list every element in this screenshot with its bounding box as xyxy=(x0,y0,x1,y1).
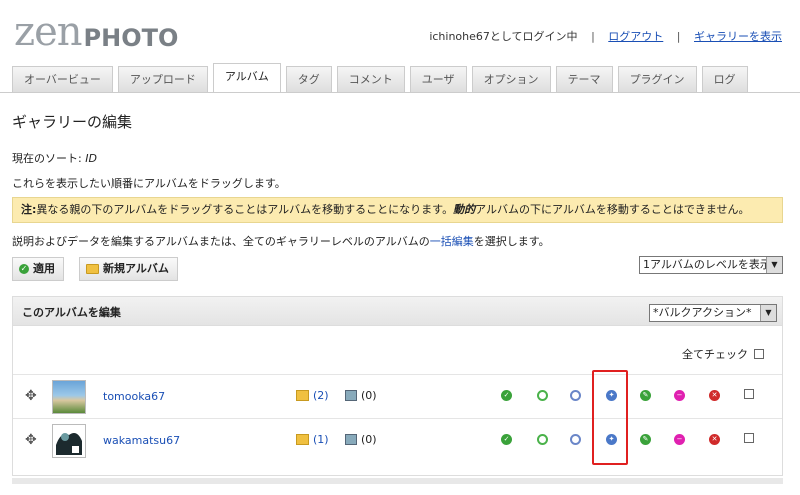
check-all-label: 全てチェック xyxy=(682,348,748,361)
description-line: 説明およびデータを編集するアルバムまたは、全てのギャラリーレベルのアルバムの一括… xyxy=(12,233,550,249)
album-edit-panel: このアルバムを編集 *バルクアクション* ▼ 全てチェック ✥ tomooka6… xyxy=(12,296,783,476)
subalbum-folder-icon xyxy=(296,390,309,401)
published-check-icon[interactable]: ✓ xyxy=(501,434,512,445)
album-row: ✥ tomooka67 (2) (0) ✓ ✦ ✎ − ✕ xyxy=(13,374,782,419)
rating-icon[interactable] xyxy=(570,390,581,401)
edit-icon[interactable]: ✎ xyxy=(640,390,651,401)
tab-comments[interactable]: コメント xyxy=(336,66,405,92)
header: zen PHOTO ichinohe67としてログイン中 | ログアウト | ギ… xyxy=(0,0,800,62)
main-content: ギャラリーの編集 現在のソート: ID これらを表示したい順番にアルバムをドラッ… xyxy=(0,93,800,495)
notice-text-2: アルバムの下にアルバムを移動することはできません。 xyxy=(475,203,750,216)
album-row: ✥ wakamatsu67 (1) (0) ✓ ✦ ✎ − ✕ xyxy=(13,418,782,463)
check-icon: ✓ xyxy=(19,264,29,274)
chevron-down-icon: ▼ xyxy=(766,257,782,273)
check-all: 全てチェック xyxy=(682,346,764,362)
published-check-icon[interactable]: ✓ xyxy=(501,390,512,401)
user-bar: ichinohe67としてログイン中 | ログアウト | ギャラリーを表示 xyxy=(429,28,782,44)
apply-label: 適用 xyxy=(33,262,55,275)
check-all-checkbox[interactable] xyxy=(754,349,764,359)
bulk-edit-link[interactable]: 一括編集 xyxy=(430,235,474,248)
login-status: ichinohe67としてログイン中 xyxy=(429,30,578,43)
logo-photo: PHOTO xyxy=(83,24,179,52)
tab-albums[interactable]: アルバム xyxy=(212,63,281,92)
tab-plugins[interactable]: プラグイン xyxy=(617,66,697,92)
separator: | xyxy=(676,30,681,43)
subalbum-count-value: (2) xyxy=(313,389,329,402)
sort-label: 現在のソート: xyxy=(12,152,86,165)
album-levels-select[interactable]: 1アルバムのレベルを表示 ▼ xyxy=(639,256,783,274)
tab-tags[interactable]: タグ xyxy=(285,66,332,92)
images-icon xyxy=(345,434,357,445)
separator: | xyxy=(591,30,595,43)
subalbum-count[interactable]: (2) xyxy=(296,389,329,402)
sort-value: ID xyxy=(85,152,97,165)
reset-hitcounter-icon[interactable]: − xyxy=(674,390,685,401)
subalbum-count-value: (1) xyxy=(313,433,329,446)
main-tabs: オーバービュー アップロード アルバム タグ コメント ユーザ オプション テー… xyxy=(12,63,753,92)
zenphoto-logo[interactable]: zen PHOTO xyxy=(14,12,178,52)
comments-enabled-icon[interactable] xyxy=(537,390,548,401)
album-checkbox[interactable] xyxy=(744,433,754,443)
tab-overview[interactable]: オーバービュー xyxy=(12,66,113,92)
notice-box: 注:異なる親の下のアルバムをドラッグすることはアルバムを移動することになります。… xyxy=(12,197,783,223)
tab-users[interactable]: ユーザ xyxy=(409,66,467,92)
logo-zen: zen xyxy=(14,9,83,55)
image-count: (0) xyxy=(345,389,377,402)
image-count-value: (0) xyxy=(361,433,377,446)
album-thumbnail[interactable] xyxy=(52,424,86,458)
image-count-value: (0) xyxy=(361,389,377,402)
apply-button[interactable]: ✓ 適用 xyxy=(12,257,64,281)
notice-dynamic: 動的 xyxy=(453,203,476,216)
comments-enabled-icon[interactable] xyxy=(537,434,548,445)
bulk-action-select[interactable]: *バルクアクション* ▼ xyxy=(649,304,777,322)
current-sort: 現在のソート: ID xyxy=(12,150,97,166)
image-count: (0) xyxy=(345,433,377,446)
tab-logs[interactable]: ログ xyxy=(701,66,748,92)
tab-upload[interactable]: アップロード xyxy=(117,66,208,92)
delete-icon[interactable]: ✕ xyxy=(709,434,720,445)
tab-options[interactable]: オプション xyxy=(471,66,551,92)
page-title: ギャラリーの編集 xyxy=(12,113,133,131)
album-name-link[interactable]: wakamatsu67 xyxy=(103,434,180,447)
view-gallery-link[interactable]: ギャラリーを表示 xyxy=(694,30,782,43)
folder-icon xyxy=(86,264,99,274)
levels-value: 1アルバムのレベルを表示 xyxy=(643,258,771,271)
notice-text-1: 異なる親の下のアルバムをドラッグすることはアルバムを移動することになります。 xyxy=(36,203,454,216)
subalbum-folder-icon xyxy=(296,434,309,445)
notice-prefix: 注: xyxy=(21,203,37,216)
drag-handle-icon[interactable]: ✥ xyxy=(25,432,37,448)
chevron-down-icon: ▼ xyxy=(760,305,776,321)
panel-title: このアルバムを編集 xyxy=(22,306,121,319)
reset-hitcounter-icon[interactable]: − xyxy=(674,434,685,445)
edit-icon[interactable]: ✎ xyxy=(640,434,651,445)
drag-handle-icon[interactable]: ✥ xyxy=(25,388,37,404)
tab-themes[interactable]: テーマ xyxy=(555,66,613,92)
subalbum-count[interactable]: (1) xyxy=(296,433,329,446)
logout-link[interactable]: ログアウト xyxy=(608,30,663,43)
new-album-label: 新規アルバム xyxy=(103,262,169,275)
highlight-box xyxy=(592,370,628,465)
bulk-value: *バルクアクション* xyxy=(653,306,752,319)
album-checkbox[interactable] xyxy=(744,389,754,399)
desc-text-2: を選択します。 xyxy=(473,235,550,248)
album-thumbnail[interactable] xyxy=(52,380,86,414)
panel-header: このアルバムを編集 *バルクアクション* ▼ xyxy=(13,297,782,326)
panel-footer xyxy=(12,478,783,484)
album-name-link[interactable]: tomooka67 xyxy=(103,390,165,403)
desc-text-1: 説明およびデータを編集するアルバムまたは、全てのギャラリーレベルのアルバムの xyxy=(12,235,430,248)
rating-icon[interactable] xyxy=(570,434,581,445)
delete-icon[interactable]: ✕ xyxy=(709,390,720,401)
new-album-button[interactable]: 新規アルバム xyxy=(79,257,178,281)
drag-instructions: これらを表示したい順番にアルバムをドラッグします。 xyxy=(12,177,286,190)
images-icon xyxy=(345,390,357,401)
